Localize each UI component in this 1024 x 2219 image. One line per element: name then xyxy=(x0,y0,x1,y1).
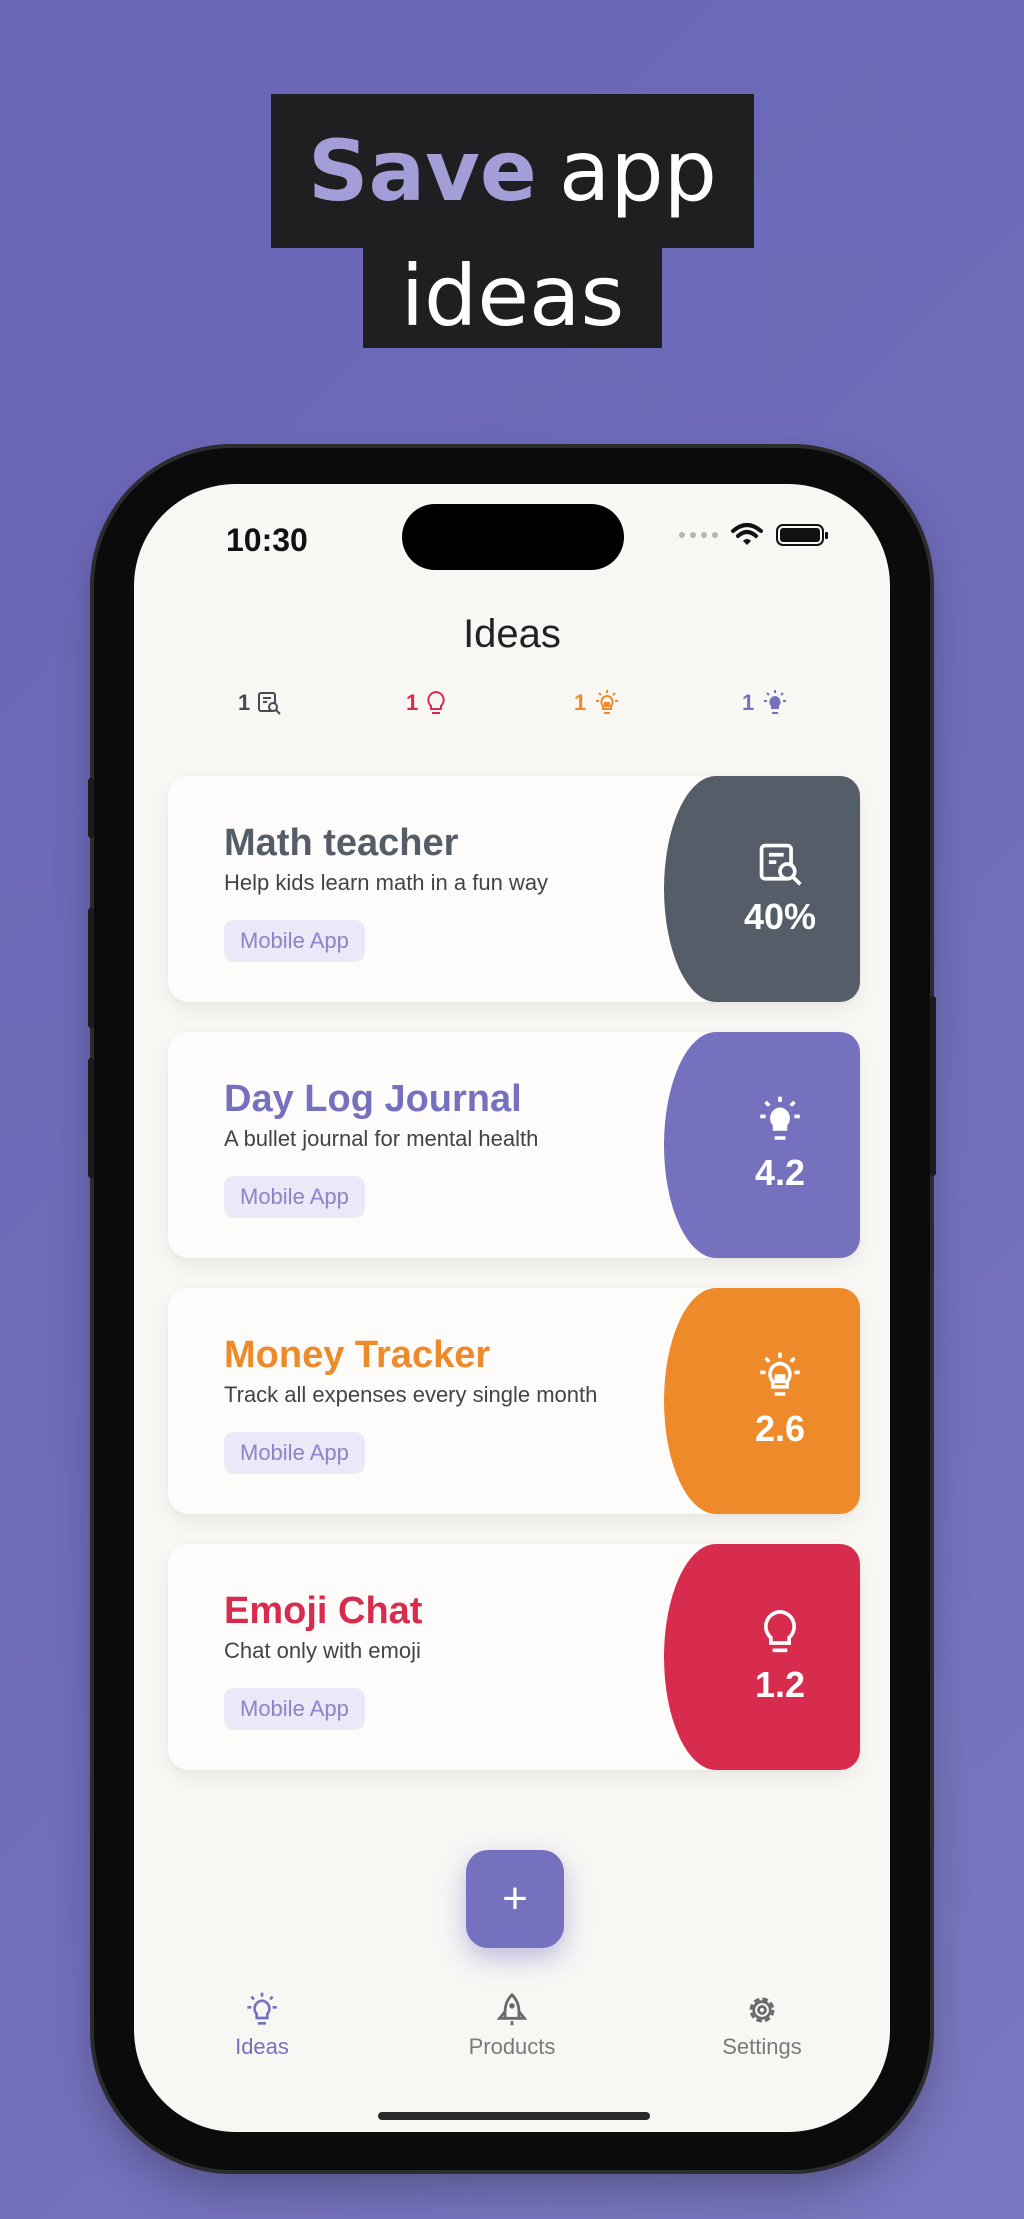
volume-up-button xyxy=(88,908,94,1028)
tab-label: Settings xyxy=(722,2034,802,2059)
mute-switch xyxy=(88,778,94,838)
idea-card-money-tracker[interactable]: Money Tracker Track all expenses every s… xyxy=(168,1288,860,1514)
bulb-glow-icon xyxy=(760,1352,800,1396)
tab-products[interactable]: Products xyxy=(432,1992,592,2060)
bulb-glow-icon xyxy=(596,690,619,714)
headline-strong: Save xyxy=(307,122,537,220)
idea-tag: Mobile App xyxy=(224,1432,365,1474)
headline-line-1: Save app xyxy=(271,94,754,248)
idea-score-panel: 4.2 xyxy=(664,1032,860,1258)
idea-tag: Mobile App xyxy=(224,1176,365,1218)
idea-title: Math teacher xyxy=(224,822,459,864)
stat-count: 1 xyxy=(574,690,587,715)
idea-description: Help kids learn math in a fun way xyxy=(224,870,549,895)
dynamic-island xyxy=(402,504,624,570)
bulb-solid-icon xyxy=(760,1096,800,1140)
idea-description: A bullet journal for mental health xyxy=(224,1126,539,1151)
stat-count: 1 xyxy=(742,690,755,715)
bulb-solid-icon xyxy=(764,690,787,714)
idea-card-emoji-chat[interactable]: Emoji Chat Chat only with emoji Mobile A… xyxy=(168,1544,860,1770)
headline: Save app ideas xyxy=(0,0,1024,360)
idea-tag: Mobile App xyxy=(224,920,365,962)
research-icon xyxy=(258,692,281,715)
page-title: Ideas xyxy=(463,612,561,656)
idea-description: Chat only with emoji xyxy=(224,1638,421,1663)
cellular-signal-icon xyxy=(679,532,718,538)
idea-description: Track all expenses every single month xyxy=(224,1382,598,1407)
add-idea-button[interactable]: + xyxy=(466,1850,564,1948)
idea-title: Money Tracker xyxy=(224,1334,491,1376)
volume-down-button xyxy=(88,1058,94,1178)
tab-ideas[interactable]: Ideas xyxy=(182,1992,342,2060)
stat-research: 1 xyxy=(238,690,282,716)
bulb-outline-icon xyxy=(764,1609,796,1653)
status-time: 10:30 xyxy=(226,522,308,558)
tab-label: Ideas xyxy=(235,2034,289,2059)
status-indicators xyxy=(679,522,828,548)
stat-bulb-glow: 1 xyxy=(574,690,622,716)
stat-bulb-outline: 1 xyxy=(406,690,448,716)
idea-score-panel: 1.2 xyxy=(664,1544,860,1770)
bulb-outline-icon xyxy=(427,690,445,714)
power-button xyxy=(930,996,936,1176)
phone-frame: 10:30 Ideas 1 1 1 1 Math teacher Help ki… xyxy=(88,448,936,2170)
idea-card-day-log-journal[interactable]: Day Log Journal A bullet journal for men… xyxy=(168,1032,860,1258)
idea-score-panel: 40% xyxy=(664,776,860,1002)
wifi-icon xyxy=(731,523,763,545)
battery-icon xyxy=(776,524,828,546)
tab-settings[interactable]: Settings xyxy=(682,1992,842,2060)
idea-title: Emoji Chat xyxy=(224,1590,423,1632)
idea-score-panel: 2.6 xyxy=(664,1288,860,1514)
tab-label: Products xyxy=(468,2034,556,2059)
rocket-icon xyxy=(496,1992,528,2026)
tab-bar: Ideas Products Settings xyxy=(134,1992,890,2082)
idea-title: Day Log Journal xyxy=(224,1078,522,1120)
headline-rest: app xyxy=(558,122,718,220)
idea-score: 1.2 xyxy=(754,1664,806,1705)
idea-score: 40% xyxy=(743,896,817,937)
stat-count: 1 xyxy=(238,690,251,715)
lightbulb-icon xyxy=(247,1992,277,2025)
research-icon xyxy=(759,843,802,886)
app-screen: 10:30 Ideas 1 1 1 1 Math teacher Help ki… xyxy=(134,484,890,2132)
idea-card-math-teacher[interactable]: Math teacher Help kids learn math in a f… xyxy=(168,776,860,1002)
stats-bar: 1 1 1 1 xyxy=(134,690,890,730)
home-indicator[interactable] xyxy=(378,2112,650,2120)
stat-count: 1 xyxy=(406,690,419,715)
idea-score: 4.2 xyxy=(754,1152,806,1193)
stat-bulb-solid: 1 xyxy=(742,690,790,716)
idea-tag: Mobile App xyxy=(224,1688,365,1730)
idea-score: 2.6 xyxy=(754,1408,806,1449)
headline-line-2: ideas xyxy=(363,244,662,348)
gear-icon xyxy=(749,1997,775,2023)
